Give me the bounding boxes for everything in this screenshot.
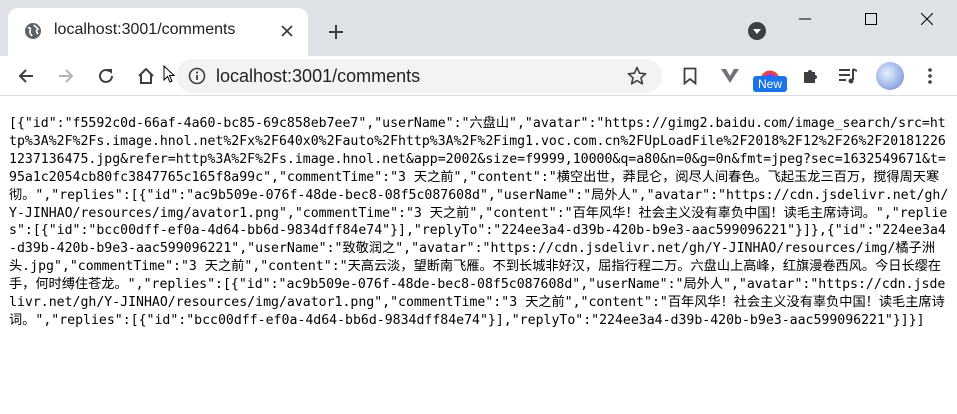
kebab-menu-icon[interactable] xyxy=(916,62,944,90)
arrow-right-icon[interactable] xyxy=(52,62,80,90)
mouse-cursor xyxy=(161,60,177,88)
json-response-text: [{"id":"f5592c0d-66af-4a60-bc85-69c858eb… xyxy=(9,116,949,328)
avatar[interactable] xyxy=(876,62,904,90)
tab-comments[interactable]: localhost:3001/comments xyxy=(8,8,308,56)
reload-icon[interactable] xyxy=(92,62,120,90)
tab-title: localhost:3001/comments xyxy=(54,21,236,38)
close-icon[interactable] xyxy=(276,20,298,42)
minimize-button[interactable] xyxy=(782,8,828,30)
page-content: [{"id":"f5592c0d-66af-4a60-bc85-69c858eb… xyxy=(0,97,957,414)
url-text: localhost:3001/comments xyxy=(216,66,421,86)
bookmark-icon[interactable] xyxy=(676,62,704,90)
maximize-button[interactable] xyxy=(848,8,894,30)
arrow-left-icon[interactable] xyxy=(12,62,40,90)
info-icon[interactable] xyxy=(188,67,206,85)
media-control-icon[interactable] xyxy=(834,62,862,90)
v-extension-icon[interactable] xyxy=(716,62,744,90)
new-badge: New xyxy=(753,76,787,92)
toolbar: localhost:3001/comments New xyxy=(0,56,957,96)
puzzle-icon[interactable] xyxy=(796,62,824,90)
plus-icon[interactable] xyxy=(322,18,350,46)
home-icon[interactable] xyxy=(132,62,160,90)
window-close-button[interactable] xyxy=(904,8,950,30)
star-icon[interactable] xyxy=(626,65,648,87)
chevron-down-icon[interactable] xyxy=(748,22,766,40)
globe-icon xyxy=(24,22,42,40)
address-bar[interactable]: localhost:3001/comments xyxy=(176,59,662,93)
tab-strip: localhost:3001/comments xyxy=(0,0,957,56)
